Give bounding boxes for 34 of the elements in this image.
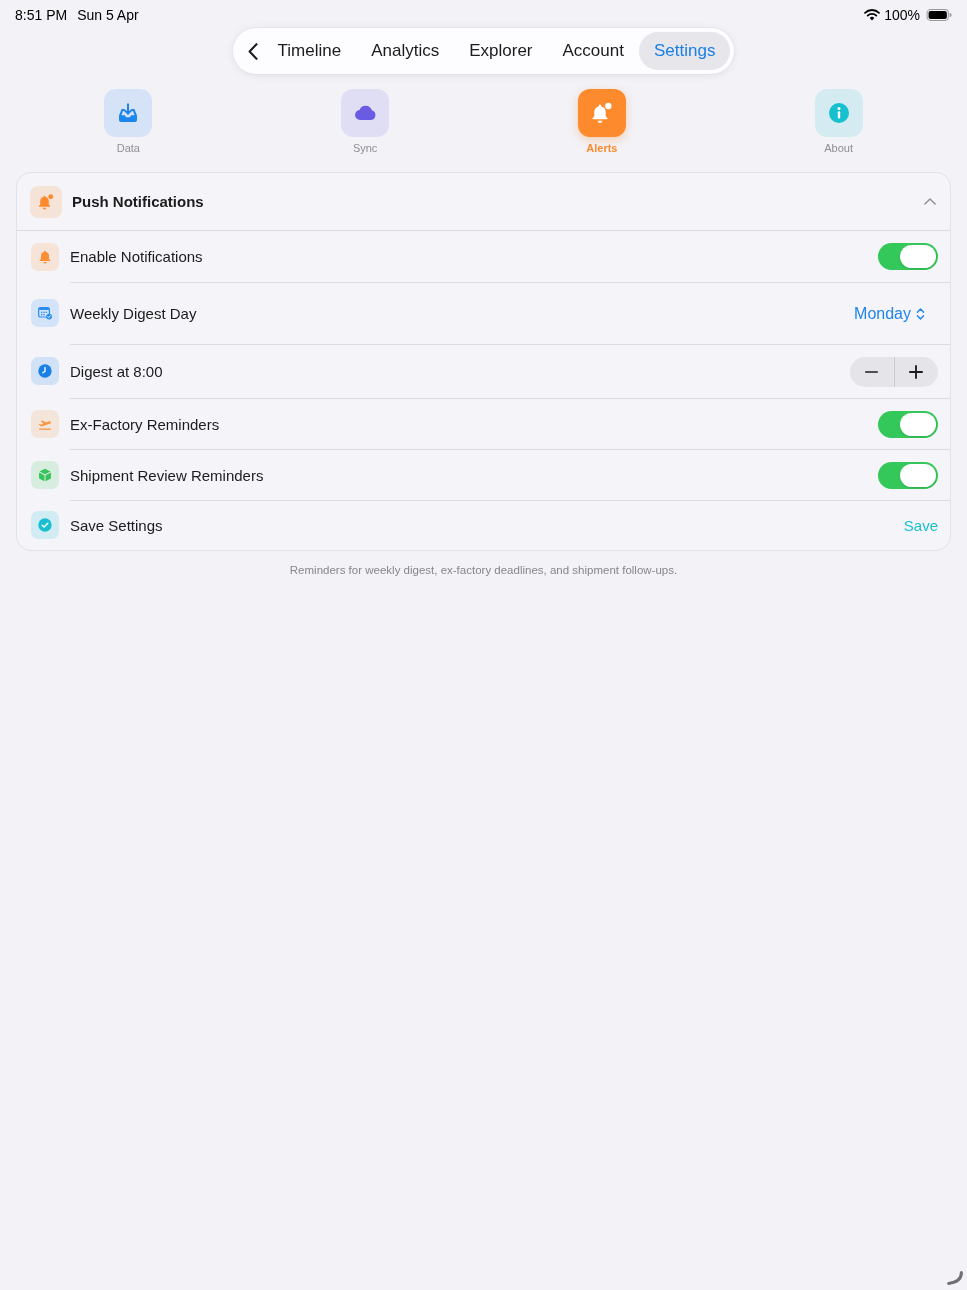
- toggle-switch[interactable]: [878, 243, 938, 270]
- nav-tab[interactable]: Explorer: [454, 32, 548, 70]
- setting-label: Enable Notifications: [70, 248, 203, 265]
- setting-label: Digest at 8:00: [70, 363, 163, 380]
- corner-curve-icon[interactable]: [947, 1271, 963, 1285]
- setting-label: Save Settings: [70, 517, 163, 534]
- toggle-switch[interactable]: [878, 410, 938, 438]
- plus-icon: [909, 364, 924, 379]
- status-time: 8:51 PM: [15, 6, 68, 24]
- minus-icon: [865, 370, 879, 373]
- section-title: Push Notifications: [72, 193, 205, 210]
- chevron-up-icon[interactable]: [924, 198, 936, 205]
- day-picker[interactable]: Monday: [854, 304, 925, 323]
- nav-tab[interactable]: Timeline: [262, 32, 357, 70]
- nav-tab[interactable]: Analytics: [356, 32, 455, 70]
- battery-percent: 100%: [884, 6, 920, 24]
- category-tab[interactable]: Sync: [341, 89, 390, 155]
- status-date: Sun 5 Apr: [77, 6, 139, 24]
- save-button[interactable]: Save: [903, 517, 938, 534]
- nav-tab[interactable]: Account: [547, 32, 639, 70]
- nav-tab[interactable]: Settings: [638, 32, 731, 70]
- footer-note: Reminders for weekly digest, ex-factory deadlines, and shipment follow-ups.: [288, 563, 679, 577]
- setting-label: Ex-Factory Reminders: [70, 415, 220, 433]
- increment-button[interactable]: [894, 356, 938, 387]
- category-tab[interactable]: Alerts: [577, 89, 626, 155]
- category-tab[interactable]: About: [814, 89, 863, 155]
- setting-label: Shipment Review Reminders: [70, 466, 264, 484]
- wifi-icon: [864, 9, 881, 21]
- battery-icon: [926, 9, 952, 21]
- chevron-left-icon: [247, 42, 258, 60]
- toggle-switch[interactable]: [878, 461, 938, 489]
- category-tab[interactable]: Data: [104, 89, 153, 155]
- setting-label: Weekly Digest Day: [70, 305, 197, 322]
- chevron-up-down-icon: [916, 306, 925, 321]
